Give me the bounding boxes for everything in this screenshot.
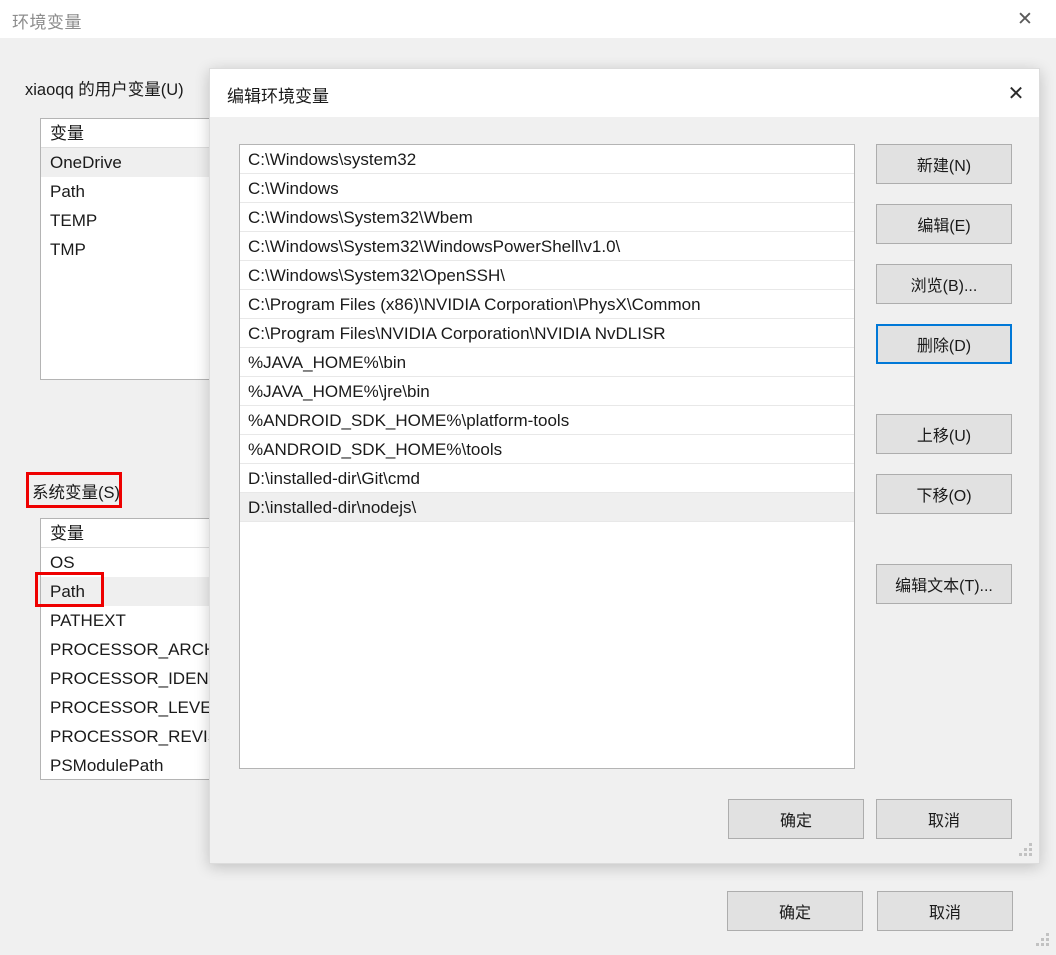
resize-grip[interactable] <box>1034 931 1050 947</box>
dialog-side-button[interactable]: 新建(N) <box>876 144 1012 184</box>
dialog-title: 编辑环境变量 <box>227 87 329 106</box>
close-icon[interactable]: ✕ <box>1002 0 1048 38</box>
path-list-item[interactable]: C:\Windows <box>240 174 854 203</box>
path-list-item[interactable]: C:\Windows\System32\Wbem <box>240 203 854 232</box>
path-list-item[interactable]: C:\Program Files (x86)\NVIDIA Corporatio… <box>240 290 854 319</box>
dialog-titlebar: 编辑环境变量 ✕ <box>210 69 1039 117</box>
page-title: 环境变量 <box>12 13 82 32</box>
system-variables-label: 系统变量(S) <box>32 484 120 502</box>
path-list-item[interactable]: D:\installed-dir\Git\cmd <box>240 464 854 493</box>
path-list-item[interactable]: %ANDROID_SDK_HOME%\platform-tools <box>240 406 854 435</box>
edit-environment-variable-dialog: 编辑环境变量 ✕ C:\Windows\system32 C:\Windows C:… <box>209 68 1040 864</box>
dialog-side-button[interactable]: 上移(U) <box>876 414 1012 454</box>
path-list-item[interactable]: %JAVA_HOME%\jre\bin <box>240 377 854 406</box>
path-list-item[interactable]: %JAVA_HOME%\bin <box>240 348 854 377</box>
path-list-item[interactable]: C:\Program Files\NVIDIA Corporation\NVID… <box>240 319 854 348</box>
path-list-item[interactable]: D:\installed-dir\nodejs\ <box>240 493 854 522</box>
close-icon[interactable]: ✕ <box>993 69 1039 117</box>
path-entries-listbox[interactable]: C:\Windows\system32 C:\Windows C:\Windows\… <box>239 144 855 769</box>
dialog-ok-button[interactable]: 确定 <box>728 799 864 839</box>
dialog-side-button[interactable]: 浏览(B)... <box>876 264 1012 304</box>
path-entries-rows: C:\Windows\system32 C:\Windows C:\Windows\… <box>240 145 854 522</box>
window-titlebar: 环境变量 ✕ <box>0 0 1056 38</box>
dialog-cancel-button[interactable]: 取消 <box>876 799 1012 839</box>
dialog-side-button[interactable]: 编辑(E) <box>876 204 1012 244</box>
dialog-side-button[interactable]: 下移(O) <box>876 474 1012 514</box>
path-list-item[interactable]: C:\Windows\System32\WindowsPowerShell\v1… <box>240 232 854 261</box>
dialog-side-button[interactable]: 编辑文本(T)... <box>876 564 1012 604</box>
cancel-button[interactable]: 取消 <box>877 891 1013 931</box>
path-list-item[interactable]: %ANDROID_SDK_HOME%\tools <box>240 435 854 464</box>
dialog-side-button[interactable]: 删除(D) <box>876 324 1012 364</box>
environment-variables-window: 环境变量 ✕ xiaoqq 的用户变量(U) 变量 OneDrive Path TE… <box>0 0 1056 955</box>
user-variables-label: xiaoqq 的用户变量(U) <box>25 81 184 99</box>
ok-button[interactable]: 确定 <box>727 891 863 931</box>
dialog-resize-grip[interactable] <box>1017 841 1033 857</box>
path-list-item[interactable]: C:\Windows\System32\OpenSSH\ <box>240 261 854 290</box>
path-list-item[interactable]: C:\Windows\system32 <box>240 145 854 174</box>
